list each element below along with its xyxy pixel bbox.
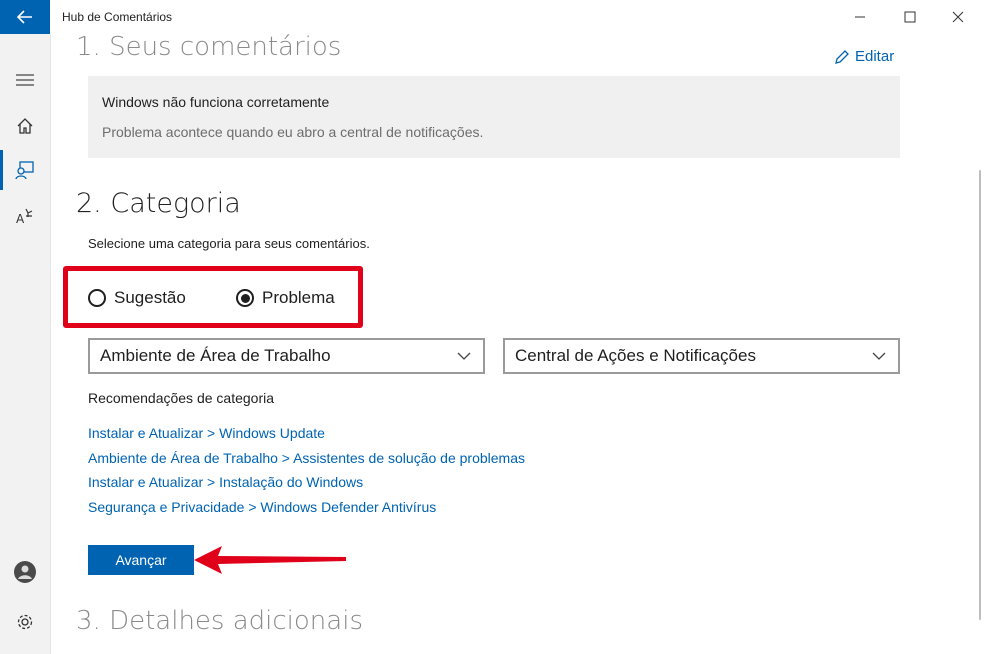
recommendation-link[interactable]: Instalar e Atualizar > Instalação do Win… (88, 474, 363, 490)
feedback-icon (15, 161, 34, 180)
app-title: Hub de Comentários (62, 10, 173, 24)
section-2-title: 2. Categoria (76, 188, 241, 219)
feedback-title: Windows não funciona corretamente (102, 94, 330, 110)
subcategory-select[interactable]: Central de Ações e Notificações (503, 338, 900, 374)
recommendation-link[interactable]: Instalar e Atualizar > Windows Update (88, 425, 325, 441)
category-select-value: Ambiente de Área de Trabalho (100, 346, 331, 365)
feedback-summary-box: Windows não funciona corretamente Proble… (88, 76, 900, 158)
maximize-button[interactable] (886, 0, 934, 34)
menu-button[interactable] (0, 60, 50, 100)
subcategory-select-value: Central de Ações e Notificações (515, 346, 756, 365)
recommendation-link[interactable]: Ambiente de Área de Trabalho > Assistent… (88, 450, 525, 466)
radio-circle-unchecked (88, 289, 106, 307)
nav-feedback[interactable] (0, 150, 50, 190)
radio-suggestion-label: Sugestão (114, 288, 186, 307)
maximize-icon (904, 11, 916, 23)
minimize-button[interactable] (836, 0, 884, 34)
nav-selected-indicator (0, 150, 3, 190)
nav-home[interactable] (0, 106, 50, 146)
section-3-title: 3. Detalhes adicionais (76, 606, 363, 636)
radio-problem-label: Problema (262, 288, 335, 307)
radio-circle-checked (236, 289, 254, 307)
radio-suggestion[interactable]: Sugestão (88, 288, 186, 308)
svg-text:A: A (16, 212, 25, 226)
edit-label: Editar (855, 48, 895, 65)
nav-account[interactable] (0, 552, 50, 592)
edit-link[interactable]: Editar (834, 48, 894, 65)
navigation-rail: A (0, 34, 51, 654)
radio-problem[interactable]: Problema (236, 288, 335, 308)
recommendations-title: Recomendações de categoria (88, 390, 275, 406)
feedback-description: Problema acontece quando eu abro a centr… (102, 124, 484, 140)
minimize-icon (855, 16, 865, 18)
back-arrow-icon (17, 10, 32, 24)
announcements-icon: A (16, 208, 33, 226)
next-button[interactable]: Avançar (88, 545, 194, 575)
red-arrow-annotation (194, 546, 346, 574)
scrollbar[interactable] (979, 170, 981, 620)
pencil-icon (835, 49, 849, 64)
radio-dot (240, 293, 250, 303)
back-button[interactable] (0, 0, 50, 34)
section-1-title: 1. Seus comentários (76, 32, 342, 62)
close-icon (952, 11, 964, 23)
title-bar: Hub de Comentários (0, 0, 984, 34)
home-icon (17, 118, 33, 134)
chevron-down-icon (872, 352, 886, 360)
nav-settings[interactable] (0, 602, 50, 642)
nav-announcements[interactable]: A (0, 196, 50, 236)
close-button[interactable] (934, 0, 982, 34)
recommendation-link[interactable]: Segurança e Privacidade > Windows Defend… (88, 499, 436, 515)
chevron-down-icon (457, 352, 471, 360)
category-select[interactable]: Ambiente de Área de Trabalho (88, 338, 485, 374)
category-hint: Selecione uma categoria para seus coment… (88, 236, 370, 251)
menu-icon (16, 74, 34, 86)
account-icon (14, 561, 36, 583)
settings-icon (17, 614, 33, 630)
